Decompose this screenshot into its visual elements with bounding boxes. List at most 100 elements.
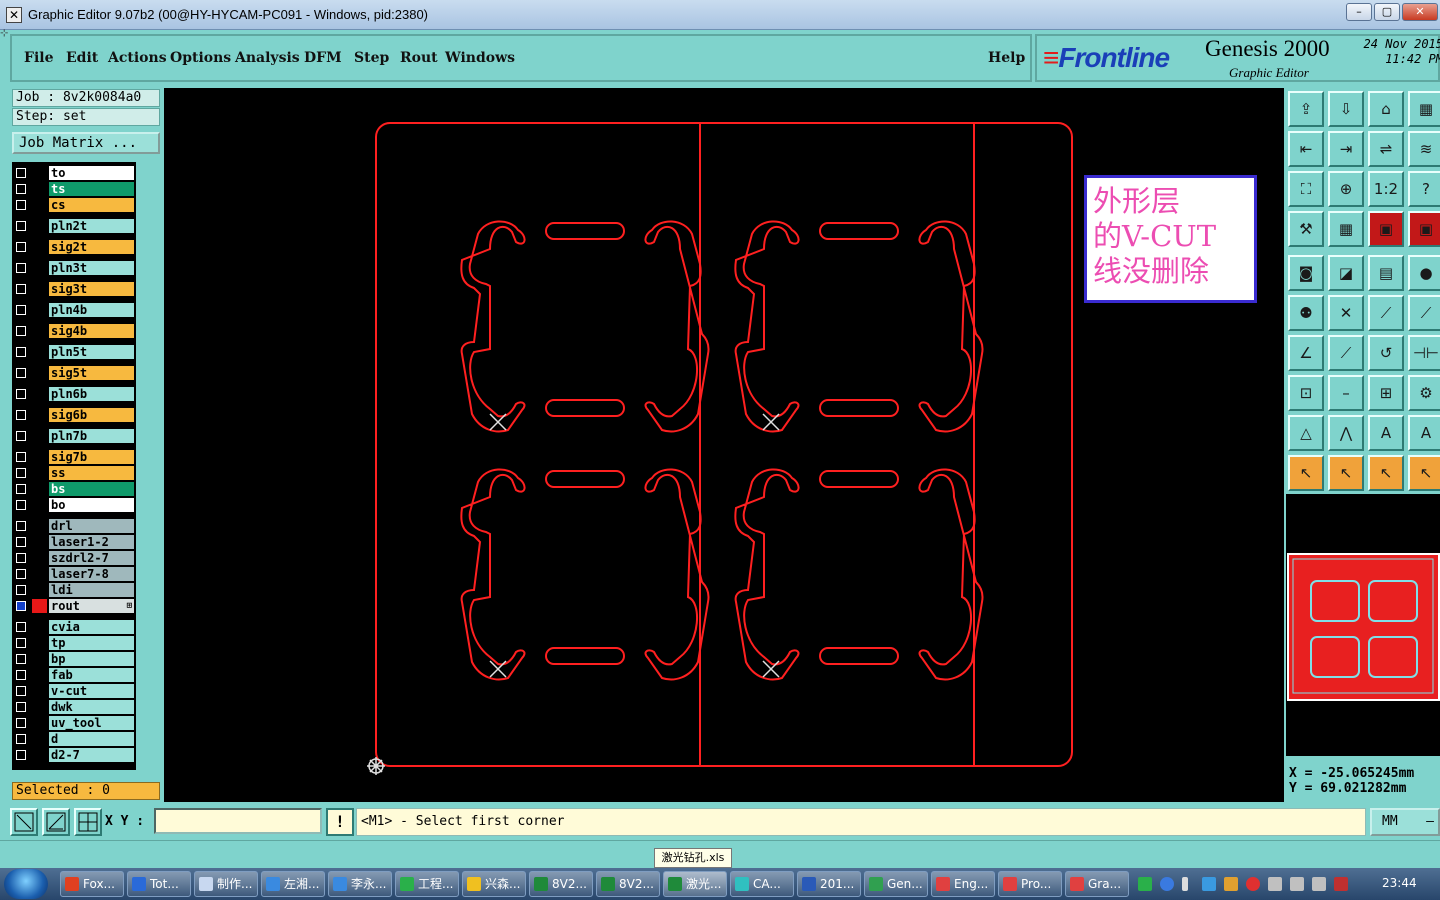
layer-row-ldi[interactable]: ldi: [12, 583, 136, 597]
layer-row-cs[interactable]: cs: [12, 198, 136, 212]
layer-color-swatch[interactable]: [32, 716, 47, 730]
triangle-icon[interactable]: △: [1288, 415, 1324, 451]
layer-color-swatch[interactable]: [32, 567, 47, 581]
layer-color-swatch[interactable]: [32, 732, 47, 746]
layer-name[interactable]: cvia: [49, 620, 134, 634]
layer-checkbox[interactable]: [16, 284, 26, 294]
layer-color-swatch[interactable]: [32, 684, 47, 698]
layer-row-sig2t[interactable]: sig2t: [12, 240, 136, 254]
layer-checkbox[interactable]: [16, 184, 26, 194]
route-icon[interactable]: ≋: [1408, 131, 1440, 167]
layer-row-tp[interactable]: tp: [12, 636, 136, 650]
layer-name[interactable]: bp: [49, 652, 134, 666]
layer-row-drl[interactable]: drl: [12, 519, 136, 533]
layer-name[interactable]: ss: [49, 466, 134, 480]
menu-analysis[interactable]: Analysis: [235, 50, 300, 66]
tray-network-icon[interactable]: [1290, 877, 1304, 891]
xy-input[interactable]: [154, 808, 322, 834]
window-icon[interactable]: ▦: [1408, 91, 1440, 127]
layer-row-dwk[interactable]: dwk: [12, 700, 136, 714]
layer-color-swatch[interactable]: [32, 429, 47, 443]
layer-checkbox[interactable]: [16, 601, 26, 611]
layer-checkbox[interactable]: [16, 468, 26, 478]
layer-name[interactable]: szdrl2-7: [49, 551, 134, 565]
layer-checkbox[interactable]: [16, 431, 26, 441]
layer-checkbox[interactable]: [16, 242, 26, 252]
taskbar-item[interactable]: Pro...: [998, 871, 1062, 897]
mirror-icon[interactable]: ⊣⊢: [1408, 335, 1440, 371]
app-x-icon[interactable]: ✕: [6, 7, 22, 23]
layer-name[interactable]: laser1-2: [49, 535, 134, 549]
taskbar-item[interactable]: 兴森...: [462, 871, 526, 897]
layer-checkbox[interactable]: [16, 622, 26, 632]
layer-name[interactable]: pln4b: [49, 303, 134, 317]
tray-help-icon[interactable]: [1160, 877, 1174, 891]
menu-actions[interactable]: Actions: [108, 50, 167, 66]
layer-checkbox[interactable]: [16, 670, 26, 680]
layer-name[interactable]: d: [49, 732, 134, 746]
layer-checkbox[interactable]: [16, 484, 26, 494]
tray-app2-icon[interactable]: [1224, 877, 1238, 891]
taskbar-item[interactable]: Eng...: [931, 871, 995, 897]
menu-step[interactable]: Step: [354, 50, 389, 66]
frame-icon[interactable]: ◙: [1288, 255, 1324, 291]
layer-color-swatch[interactable]: [32, 498, 47, 512]
layer-checkbox[interactable]: [16, 305, 26, 315]
layer-name[interactable]: sig3t: [49, 282, 134, 296]
layer-color-swatch[interactable]: [32, 599, 47, 613]
maximize-button[interactable]: ▢: [1374, 3, 1400, 21]
taskbar-item[interactable]: 左湘...: [261, 871, 325, 897]
layer-row-ts[interactable]: ts: [12, 182, 136, 196]
tray-arrow-icon[interactable]: [1182, 877, 1188, 891]
layer-row-bp[interactable]: bp: [12, 652, 136, 666]
layer-color-swatch[interactable]: [32, 303, 47, 317]
layer-name[interactable]: dwk: [49, 700, 134, 714]
zoom-window-icon[interactable]: [10, 808, 38, 836]
layer-row-pln7b[interactable]: pln7b: [12, 429, 136, 443]
layer-checkbox[interactable]: [16, 368, 26, 378]
line-icon[interactable]: –: [1328, 375, 1364, 411]
layer-name[interactable]: pln6b: [49, 387, 134, 401]
layer-color-swatch[interactable]: [32, 198, 47, 212]
layer-color-swatch[interactable]: [32, 240, 47, 254]
layer-name[interactable]: uv_tool: [49, 716, 134, 730]
layer-name[interactable]: d2-7: [49, 748, 134, 762]
layer-row-pln6b[interactable]: pln6b: [12, 387, 136, 401]
layer-checkbox[interactable]: [16, 200, 26, 210]
layer-row-ss[interactable]: ss: [12, 466, 136, 480]
layer-checkbox[interactable]: [16, 347, 26, 357]
grid-snap-icon[interactable]: [74, 808, 102, 836]
layer-checkbox[interactable]: [16, 638, 26, 648]
layer-checkbox[interactable]: [16, 410, 26, 420]
layer-row-laser1-2[interactable]: laser1-2: [12, 535, 136, 549]
layer-checkbox[interactable]: [16, 569, 26, 579]
taskbar-item[interactable]: Gen...: [864, 871, 928, 897]
pointer-icon[interactable]: ↖: [1288, 455, 1324, 491]
layer-row-pln3t[interactable]: pln3t: [12, 261, 136, 275]
layer-name[interactable]: v-cut: [49, 684, 134, 698]
arrow-up-icon[interactable]: ⋀: [1328, 415, 1364, 451]
layer-color-swatch[interactable]: [32, 466, 47, 480]
layer-checkbox[interactable]: [16, 718, 26, 728]
layer-row-laser7-8[interactable]: laser7-8: [12, 567, 136, 581]
layer-row-cvia[interactable]: cvia: [12, 620, 136, 634]
previous-icon[interactable]: ⇤: [1288, 131, 1324, 167]
layer-checkbox[interactable]: [16, 263, 26, 273]
tool-icon[interactable]: ⚒: [1288, 211, 1324, 247]
layer-color-swatch[interactable]: [32, 519, 47, 533]
select-icon[interactable]: ↖: [1328, 455, 1364, 491]
units-selector[interactable]: MM –: [1370, 808, 1440, 836]
menu-help[interactable]: Help: [988, 50, 1025, 66]
diagonal-icon[interactable]: ⟋: [1328, 335, 1364, 371]
layer-name[interactable]: laser7-8: [49, 567, 134, 581]
layer-name[interactable]: sig6b: [49, 408, 134, 422]
layer-row-bs[interactable]: bs: [12, 482, 136, 496]
pad-icon[interactable]: ▣: [1368, 211, 1404, 247]
layer-checkbox[interactable]: [16, 750, 26, 760]
layer-name[interactable]: to: [49, 166, 134, 180]
layer-row-sig5t[interactable]: sig5t: [12, 366, 136, 380]
layer-checkbox[interactable]: [16, 686, 26, 696]
layer-name[interactable]: ldi: [49, 583, 134, 597]
pad2-icon[interactable]: ▣: [1408, 211, 1440, 247]
menu-windows[interactable]: Windows: [445, 50, 515, 66]
